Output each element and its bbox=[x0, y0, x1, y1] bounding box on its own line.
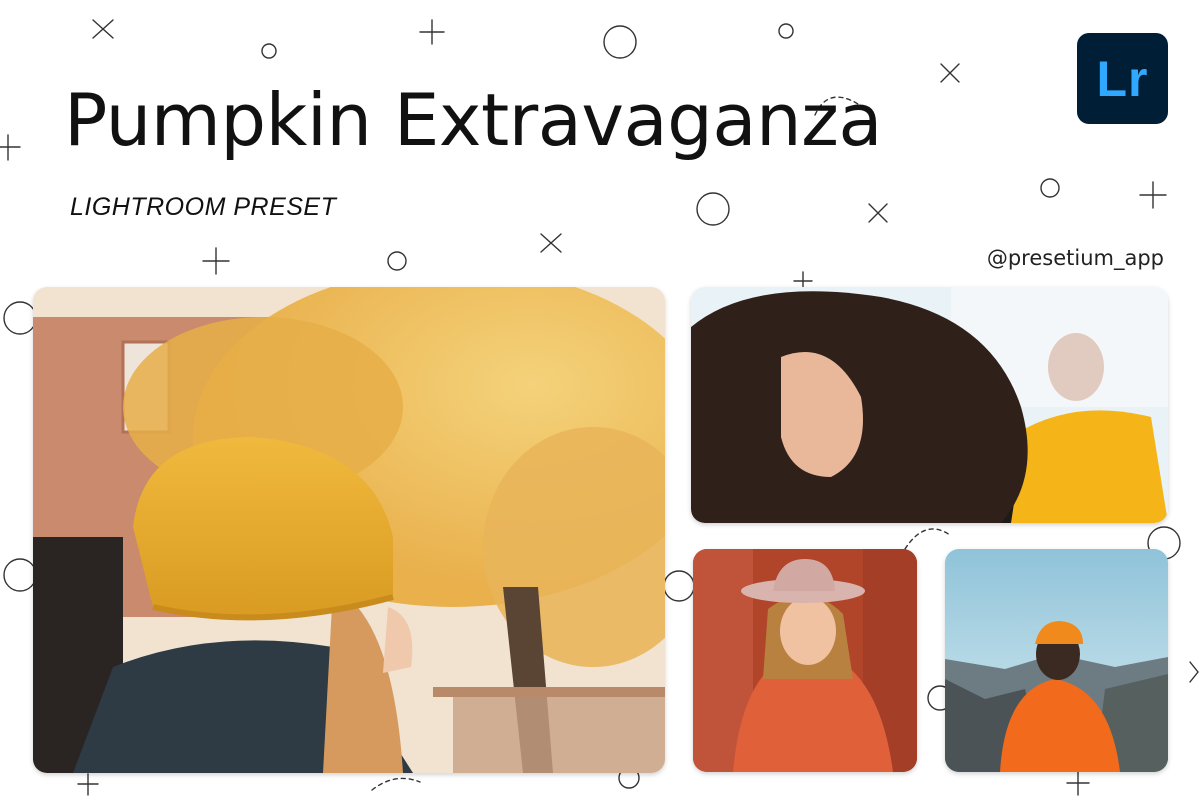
page-title: Pumpkin Extravaganza bbox=[64, 78, 883, 162]
photo-woman-hat bbox=[693, 549, 917, 772]
lightroom-logo-text: Lr bbox=[1096, 50, 1149, 107]
lightroom-logo-icon: Lr bbox=[1077, 33, 1168, 124]
photo-woman-dark-hair bbox=[691, 287, 1168, 523]
photo-main-beanie bbox=[33, 287, 665, 773]
social-handle: @presetium_app bbox=[986, 246, 1164, 270]
photo-man-mountains bbox=[945, 549, 1168, 772]
page-subtitle: LIGHTROOM PRESET bbox=[70, 193, 337, 221]
